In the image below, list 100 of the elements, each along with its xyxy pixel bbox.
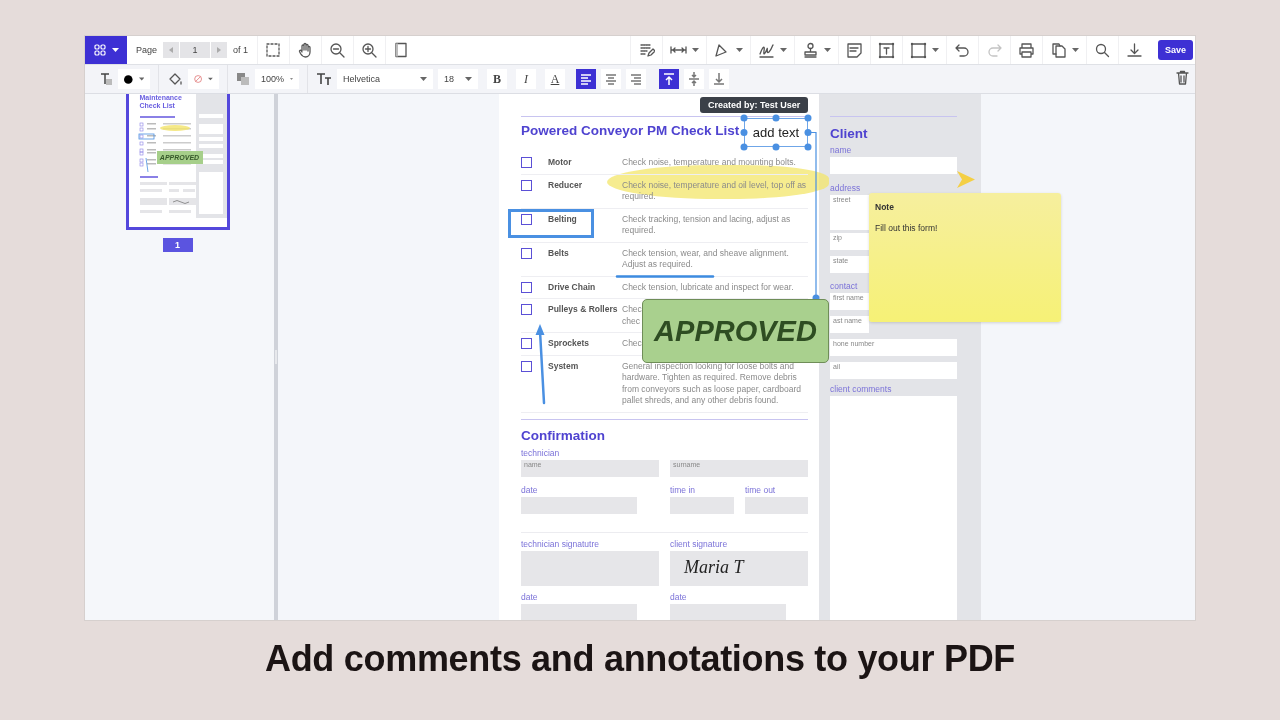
input-field[interactable] [670, 603, 786, 620]
paint-bucket-icon[interactable] [167, 71, 183, 87]
item-name: Sprockets [548, 338, 591, 350]
item-description: Check noise, temperature and mounting bolts. [622, 157, 797, 169]
font-size-icon[interactable] [316, 72, 332, 86]
fill-color-picker[interactable] [188, 69, 219, 89]
bold-button[interactable]: B [487, 69, 507, 89]
sticky-note[interactable]: Note Fill out this form! [869, 193, 1061, 322]
italic-button[interactable]: I [516, 69, 536, 89]
checkbox[interactable] [521, 247, 532, 259]
zoom-out-icon [329, 41, 347, 59]
caret-icon [465, 77, 472, 81]
search-icon [1093, 41, 1111, 59]
checkbox[interactable] [521, 338, 532, 349]
note-text: Fill out this form! [875, 223, 938, 233]
field-label: address [830, 183, 862, 194]
item-description: Check noise, temperature and oil level, top off as required. [622, 179, 808, 203]
field-label: date [670, 591, 688, 603]
save-button[interactable]: Save [1157, 40, 1193, 60]
checkbox[interactable] [521, 157, 532, 168]
font-dropdown[interactable]: Helvetica [337, 69, 433, 89]
text-color-button[interactable]: A [545, 69, 565, 89]
field-label: time out [745, 484, 777, 496]
caret-icon [138, 77, 144, 81]
item-description: General inspection looking for loose bolts and hardware. Tighten as required. Remove debris from conveyors such as loose paper, cardboard pallet shreds, and any other debris found. [622, 360, 803, 407]
align-middle-icon [686, 71, 702, 87]
text-style-icon[interactable] [99, 72, 113, 86]
align-left-button[interactable] [576, 69, 596, 89]
printer-icon [1017, 41, 1035, 59]
caret-icon [823, 48, 831, 52]
align-top-icon [661, 71, 677, 87]
opacity-icon[interactable] [236, 72, 250, 86]
signature-field[interactable]: Maria T [670, 550, 808, 586]
caption-text: Add comments and annotations to your PDF [265, 637, 1015, 681]
align-middle-button[interactable] [684, 69, 704, 89]
checkbox[interactable] [521, 360, 532, 372]
section-title: Confirmation [521, 427, 606, 443]
checkbox[interactable] [521, 304, 532, 315]
checkbox[interactable] [521, 179, 532, 191]
field-label: contact [830, 281, 859, 292]
previous-page-button[interactable] [163, 42, 180, 58]
align-bottom-icon [711, 71, 727, 87]
field-label: technician signatutre [521, 538, 600, 550]
field-label: name [830, 145, 853, 156]
item-description: Chec [622, 338, 643, 350]
checkbox[interactable] [521, 213, 532, 225]
item-description: Check tracking, tension and lacing, adjust as required. [622, 213, 792, 237]
zoom-in-icon [361, 41, 379, 59]
item-name: Motor [548, 157, 573, 169]
caret-icon [290, 77, 293, 81]
page-count-label: of 1 [233, 45, 249, 55]
checkbox[interactable] [521, 281, 532, 293]
align-center-button[interactable] [601, 69, 621, 89]
arrow-annotation[interactable] [535, 323, 546, 405]
chevron-right-icon [217, 47, 222, 53]
page-label: Page [136, 45, 158, 55]
align-bottom-button[interactable] [709, 69, 729, 89]
document-title: Powered Conveyor PM Check List [521, 123, 740, 138]
input-field[interactable] [521, 496, 637, 514]
font-size-dropdown[interactable]: 18 [438, 69, 478, 89]
caret-icon [1071, 48, 1079, 52]
opacity-dropdown[interactable]: 100% [255, 69, 299, 89]
app-menu-button[interactable] [85, 36, 127, 64]
field-label: technician [521, 447, 561, 459]
next-page-button[interactable] [211, 42, 228, 58]
input-field[interactable] [521, 603, 637, 620]
download-icon [1125, 41, 1143, 59]
input-field[interactable] [521, 550, 659, 586]
field-label: time in [670, 484, 697, 496]
comments-field[interactable] [830, 396, 957, 620]
input-field[interactable] [670, 496, 734, 514]
field-label: date [521, 484, 539, 496]
copy-icon [1049, 41, 1067, 59]
rectangle-annotation[interactable] [508, 209, 594, 238]
selection-icon [265, 41, 283, 59]
no-color-icon [194, 73, 203, 85]
input-field[interactable] [745, 496, 808, 514]
input-field[interactable] [830, 157, 957, 174]
chevron-left-icon [169, 47, 174, 53]
item-name: Drive Chain [548, 281, 597, 293]
caret-icon [931, 48, 939, 52]
caret-icon [691, 48, 699, 52]
caret-icon [779, 48, 787, 52]
align-right-icon [628, 71, 644, 87]
page-number-button[interactable]: 1 [162, 238, 193, 252]
note-title: Note [875, 202, 895, 212]
grid-icon [93, 44, 106, 56]
item-name: System [548, 360, 580, 373]
align-right-button[interactable] [626, 69, 646, 89]
align-top-button[interactable] [659, 69, 679, 89]
item-name: Belts [548, 247, 570, 260]
stamp-annotation[interactable]: APPROVED [642, 299, 829, 363]
rectangle-icon [909, 41, 927, 59]
color-picker[interactable] [118, 69, 150, 89]
item-name: Pulleys & Rollers [548, 304, 619, 316]
field-label: client signature [670, 538, 729, 550]
note-icon [845, 41, 863, 59]
item-description: Chec chec [622, 304, 643, 327]
page-number-field[interactable]: 1 [179, 42, 212, 58]
section-title: Client [830, 126, 869, 141]
